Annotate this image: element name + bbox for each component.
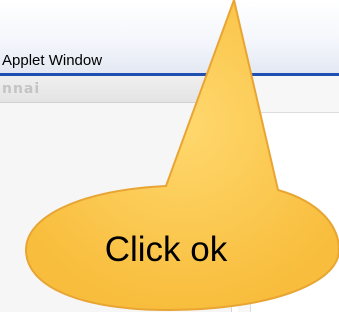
callout-text: Click ok [104, 230, 228, 269]
